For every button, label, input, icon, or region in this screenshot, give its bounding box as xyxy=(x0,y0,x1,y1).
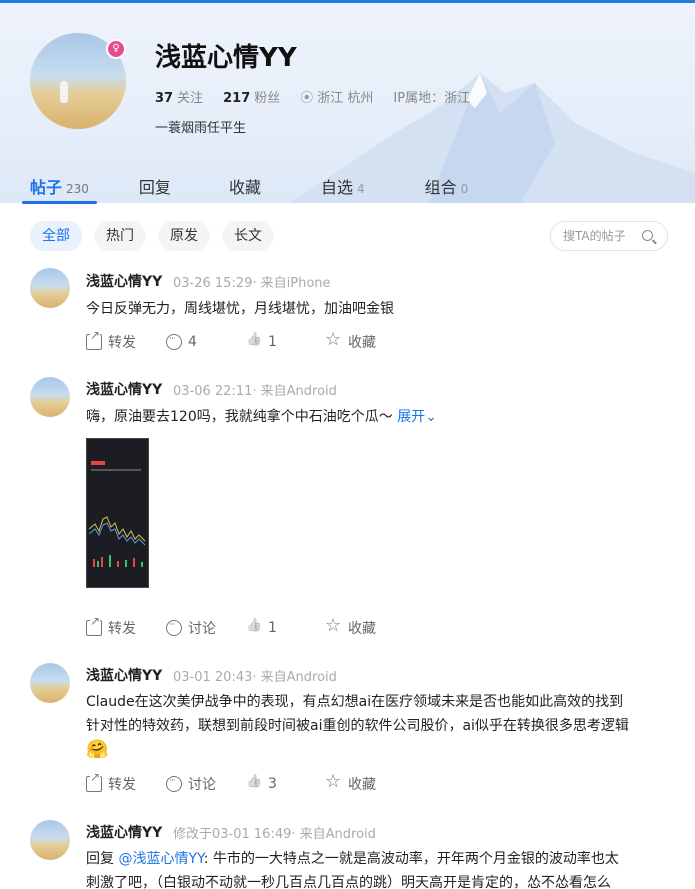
post-meta: 03-01 20:43· 来自Android xyxy=(173,670,337,685)
followers-stat[interactable]: 217 粉丝 xyxy=(223,87,280,106)
share-icon xyxy=(86,771,102,792)
post-image-chart-screenshot[interactable] xyxy=(86,438,149,588)
tab-replies[interactable]: 回复 xyxy=(139,168,171,204)
post-avatar[interactable] xyxy=(30,663,70,703)
thumbs-up-icon xyxy=(246,334,262,350)
thumbs-up-icon xyxy=(246,776,262,792)
filter-hot[interactable]: 热门 xyxy=(94,221,146,251)
ip-location-text: IP属地：浙江 xyxy=(393,91,471,106)
comment-icon xyxy=(166,620,182,636)
post-meta: 修改于03-01 16:49· 来自Android xyxy=(173,827,376,842)
hug-emoji-icon: 🤗 xyxy=(86,739,109,760)
comment-button[interactable]: 4 xyxy=(166,332,246,352)
badge-icon: ♀ xyxy=(106,39,126,59)
post-actions: 转发 讨论 3 收藏 xyxy=(86,771,406,794)
favorite-button[interactable]: 收藏 xyxy=(325,329,406,352)
location-text: ⦿ 浙江 杭州 xyxy=(300,87,373,106)
location-pin-icon: ⦿ xyxy=(300,91,314,106)
star-icon xyxy=(325,771,342,792)
comment-button[interactable]: 讨论 xyxy=(166,618,246,638)
profile-name: 浅蓝心情YY xyxy=(155,43,297,73)
filter-all[interactable]: 全部 xyxy=(30,221,82,251)
search-icon[interactable] xyxy=(642,230,653,241)
share-button[interactable]: 转发 xyxy=(86,771,166,794)
search-input[interactable]: 搜TA的帖子 xyxy=(550,221,668,251)
share-button[interactable]: 转发 xyxy=(86,615,166,638)
chevron-down-icon[interactable]: ⌄ xyxy=(425,409,437,425)
like-button[interactable]: 3 xyxy=(246,774,326,794)
share-icon xyxy=(86,329,102,350)
following-stat[interactable]: 37 关注 xyxy=(155,87,203,106)
post-body[interactable]: 嗨，原油要去120吗，我就纯拿个中石油吃个瓜～ 展开⌄ xyxy=(86,405,666,429)
thumbs-up-icon xyxy=(246,620,262,636)
post-meta: 03-06 22:11· 来自Android xyxy=(173,384,337,399)
comment-button[interactable]: 讨论 xyxy=(166,774,246,794)
comment-icon xyxy=(166,776,182,792)
favorite-button[interactable]: 收藏 xyxy=(325,615,406,638)
post-avatar[interactable] xyxy=(30,377,70,417)
like-button[interactable]: 1 xyxy=(246,618,326,638)
star-icon xyxy=(325,615,342,636)
post-body[interactable]: 回复 @浅蓝心情YY: 牛市的一大特点之一就是高波动率，开年两个月金银的波动率也… xyxy=(86,847,686,889)
comment-icon xyxy=(166,334,182,350)
profile-bio: 一蓑烟雨任平生 xyxy=(155,121,247,136)
post-actions: 转发 讨论 1 收藏 xyxy=(86,615,406,638)
tab-favorites[interactable]: 收藏 xyxy=(229,168,261,204)
tab-watchlist[interactable]: 自选 4 xyxy=(321,168,365,204)
post-meta: 03-26 15:29· 来自iPhone xyxy=(173,276,331,291)
filter-original[interactable]: 原发 xyxy=(158,221,210,251)
tab-posts[interactable]: 帖子 230 xyxy=(22,168,97,204)
post-body[interactable]: Claude在这次美伊战争中的表现，有点幻想ai在医疗领域未来是否也能如此高效的… xyxy=(86,690,686,762)
expand-link[interactable]: 展开 xyxy=(397,409,425,425)
tab-portfolio[interactable]: 组合 0 xyxy=(425,168,469,204)
post-author[interactable]: 浅蓝心情YY xyxy=(86,665,162,685)
like-button[interactable]: 1 xyxy=(246,332,326,352)
post-body[interactable]: 今日反弹无力，周线堪忧，月线堪忧，加油吧金银 xyxy=(86,297,666,321)
post-author[interactable]: 浅蓝心情YY xyxy=(86,379,162,399)
post-author[interactable]: 浅蓝心情YY xyxy=(86,822,162,842)
share-button[interactable]: 转发 xyxy=(86,329,166,352)
star-icon xyxy=(325,329,342,350)
filter-chips: 全部 热门 原发 长文 xyxy=(30,221,274,251)
share-icon xyxy=(86,615,102,636)
post-avatar[interactable] xyxy=(30,820,70,860)
mention-link[interactable]: @浅蓝心情YY xyxy=(118,851,203,867)
profile-tabs: 帖子 230 回复 收藏 自选 4 组合 0 xyxy=(0,168,695,204)
favorite-button[interactable]: 收藏 xyxy=(325,771,406,794)
post-author[interactable]: 浅蓝心情YY xyxy=(86,271,162,291)
filter-long[interactable]: 长文 xyxy=(222,221,274,251)
post-avatar[interactable] xyxy=(30,268,70,308)
post-actions: 转发 4 1 收藏 xyxy=(86,329,406,352)
profile-stats: 37 关注 217 粉丝 ⦿ 浙江 杭州 IP属地：浙江 xyxy=(155,87,470,106)
